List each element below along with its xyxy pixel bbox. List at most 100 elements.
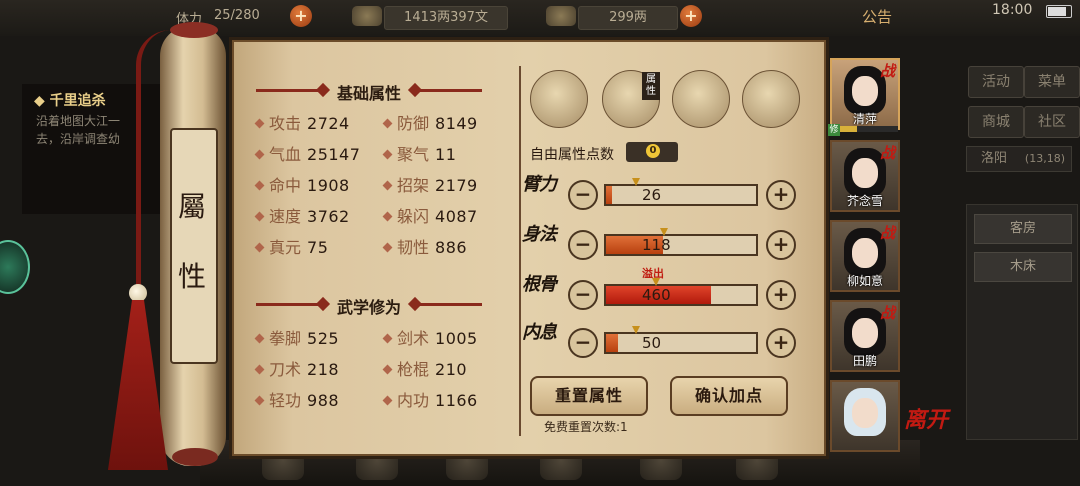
free-reset-note: 免费重置次数:1 [544, 420, 628, 434]
decrease-button[interactable]: − [568, 180, 598, 210]
party-member-name: 柳如意 [846, 274, 883, 288]
attribute-track[interactable]: 118 [604, 228, 758, 256]
basic-attributes-header: 基础属性 [256, 80, 482, 103]
stat-value: 11 [435, 145, 457, 164]
scroll-rod-cap [170, 22, 218, 38]
stat-name: 韧性 [397, 238, 430, 257]
battle-tag: 战 [880, 62, 896, 80]
party-member-portrait[interactable] [830, 380, 900, 452]
stat-name: 剑术 [397, 329, 430, 348]
diamond-bullet-icon [254, 149, 265, 160]
stat-name: 命中 [269, 176, 302, 195]
attribute-track[interactable]: 26 [604, 178, 758, 206]
stat-name: 防御 [397, 114, 430, 133]
stat-name: 速度 [269, 207, 302, 226]
attribute-value: 460 [642, 286, 671, 304]
notice-button[interactable]: 公告 [862, 6, 892, 27]
party-member-name: 田鹏 [852, 354, 877, 368]
stat-value: 218 [307, 360, 340, 379]
room-item-guestroom[interactable]: 客房 [974, 214, 1072, 244]
room-item-bed[interactable]: 木床 [974, 252, 1072, 282]
stat-name: 枪棍 [397, 360, 430, 379]
confirm-points-button[interactable]: 确认加点 [670, 376, 788, 416]
battle-tag: 战 [880, 304, 896, 322]
stat-name: 内功 [397, 391, 430, 410]
bagua-icon[interactable] [672, 70, 730, 128]
attribute-track[interactable]: 460 [604, 278, 758, 306]
diamond-bullet-icon [254, 242, 265, 253]
gold-ingot-icon [546, 6, 576, 26]
stat-value: 210 [435, 360, 468, 379]
decrease-button[interactable]: − [568, 280, 598, 310]
battle-tag: 战 [880, 224, 896, 242]
stat-item: 气血 25147 [254, 141, 360, 165]
cultivation-badge: 修 [828, 124, 840, 136]
attribute-fill [606, 334, 618, 352]
diamond-bullet-icon [254, 180, 265, 191]
diamond-bullet-icon [382, 118, 393, 129]
attribute-track[interactable]: 50 [604, 326, 758, 354]
menu-button[interactable]: 菜单 [1024, 66, 1080, 98]
scroll-rod-cap [172, 448, 218, 466]
add-gold-button[interactable]: + [680, 5, 702, 27]
location-name: 洛阳 [981, 151, 1008, 166]
stat-item: 真元 75 [254, 234, 328, 258]
stat-name: 拳脚 [269, 329, 302, 348]
portrait-face [852, 398, 878, 428]
attribute-fill [606, 186, 612, 204]
quest-title[interactable]: ◆ 千里追杀 [34, 90, 106, 110]
panel-divider [519, 66, 521, 436]
stat-value: 3762 [307, 207, 350, 226]
leave-button[interactable]: 离开 [904, 402, 948, 434]
attribute-name: 内息 [522, 322, 557, 343]
attribute-marker-icon [660, 228, 668, 236]
diamond-bullet-icon [382, 149, 393, 160]
decrease-button[interactable]: − [568, 230, 598, 260]
exp-fill [840, 126, 857, 132]
stat-value: 988 [307, 391, 340, 410]
battle-tag: 战 [880, 144, 896, 162]
stat-name: 攻击 [269, 114, 302, 133]
stat-name: 轻功 [269, 391, 302, 410]
gold-display: 299两 [578, 6, 678, 30]
quest-line: 沿着地图大江一 [36, 114, 121, 128]
free-points-label: 自由属性点数 [530, 147, 614, 163]
add-stamina-button[interactable]: + [290, 5, 312, 27]
coin-icon [352, 6, 382, 26]
stat-value: 2724 [307, 114, 350, 133]
attribute-value: 26 [642, 186, 662, 204]
portrait-face [852, 238, 878, 268]
increase-button[interactable]: + [766, 230, 796, 260]
location-bar[interactable]: 洛阳 (13,18) [966, 146, 1072, 172]
diamond-bullet-icon [254, 333, 265, 344]
stat-item: 速度 3762 [254, 203, 350, 227]
increase-button[interactable]: + [766, 180, 796, 210]
reset-attributes-button[interactable]: 重置属性 [530, 376, 648, 416]
stat-item: 拳脚 525 [254, 325, 339, 349]
exp-bar [840, 126, 898, 132]
battery-icon [1046, 5, 1072, 18]
attribute-name: 根骨 [522, 274, 557, 295]
activity-button[interactable]: 活动 [968, 66, 1024, 98]
tab-attribute-label[interactable]: 属性 [642, 72, 660, 100]
diamond-bullet-icon [382, 364, 393, 375]
stat-name: 聚气 [397, 145, 430, 164]
diamond-bullet-icon [254, 395, 265, 406]
attribute-name: 臂力 [522, 174, 557, 195]
stat-name: 气血 [269, 145, 302, 164]
attribute-value: 50 [642, 334, 662, 352]
decrease-button[interactable]: − [568, 328, 598, 358]
stat-item: 轻功 988 [254, 387, 340, 411]
community-button[interactable]: 社区 [1024, 106, 1080, 138]
increase-button[interactable]: + [766, 328, 796, 358]
stat-value: 8149 [435, 114, 478, 133]
hat-character-icon[interactable] [530, 70, 588, 128]
tassel [108, 300, 168, 470]
stat-item: 枪棍 210 [382, 356, 468, 380]
left-orb-icon[interactable] [0, 240, 30, 294]
quest-line: 去，沿岸调查幼 [36, 132, 121, 146]
shop-button[interactable]: 商城 [968, 106, 1024, 138]
stat-name: 真元 [269, 238, 302, 257]
increase-button[interactable]: + [766, 280, 796, 310]
body-meridian-icon[interactable] [742, 70, 800, 128]
